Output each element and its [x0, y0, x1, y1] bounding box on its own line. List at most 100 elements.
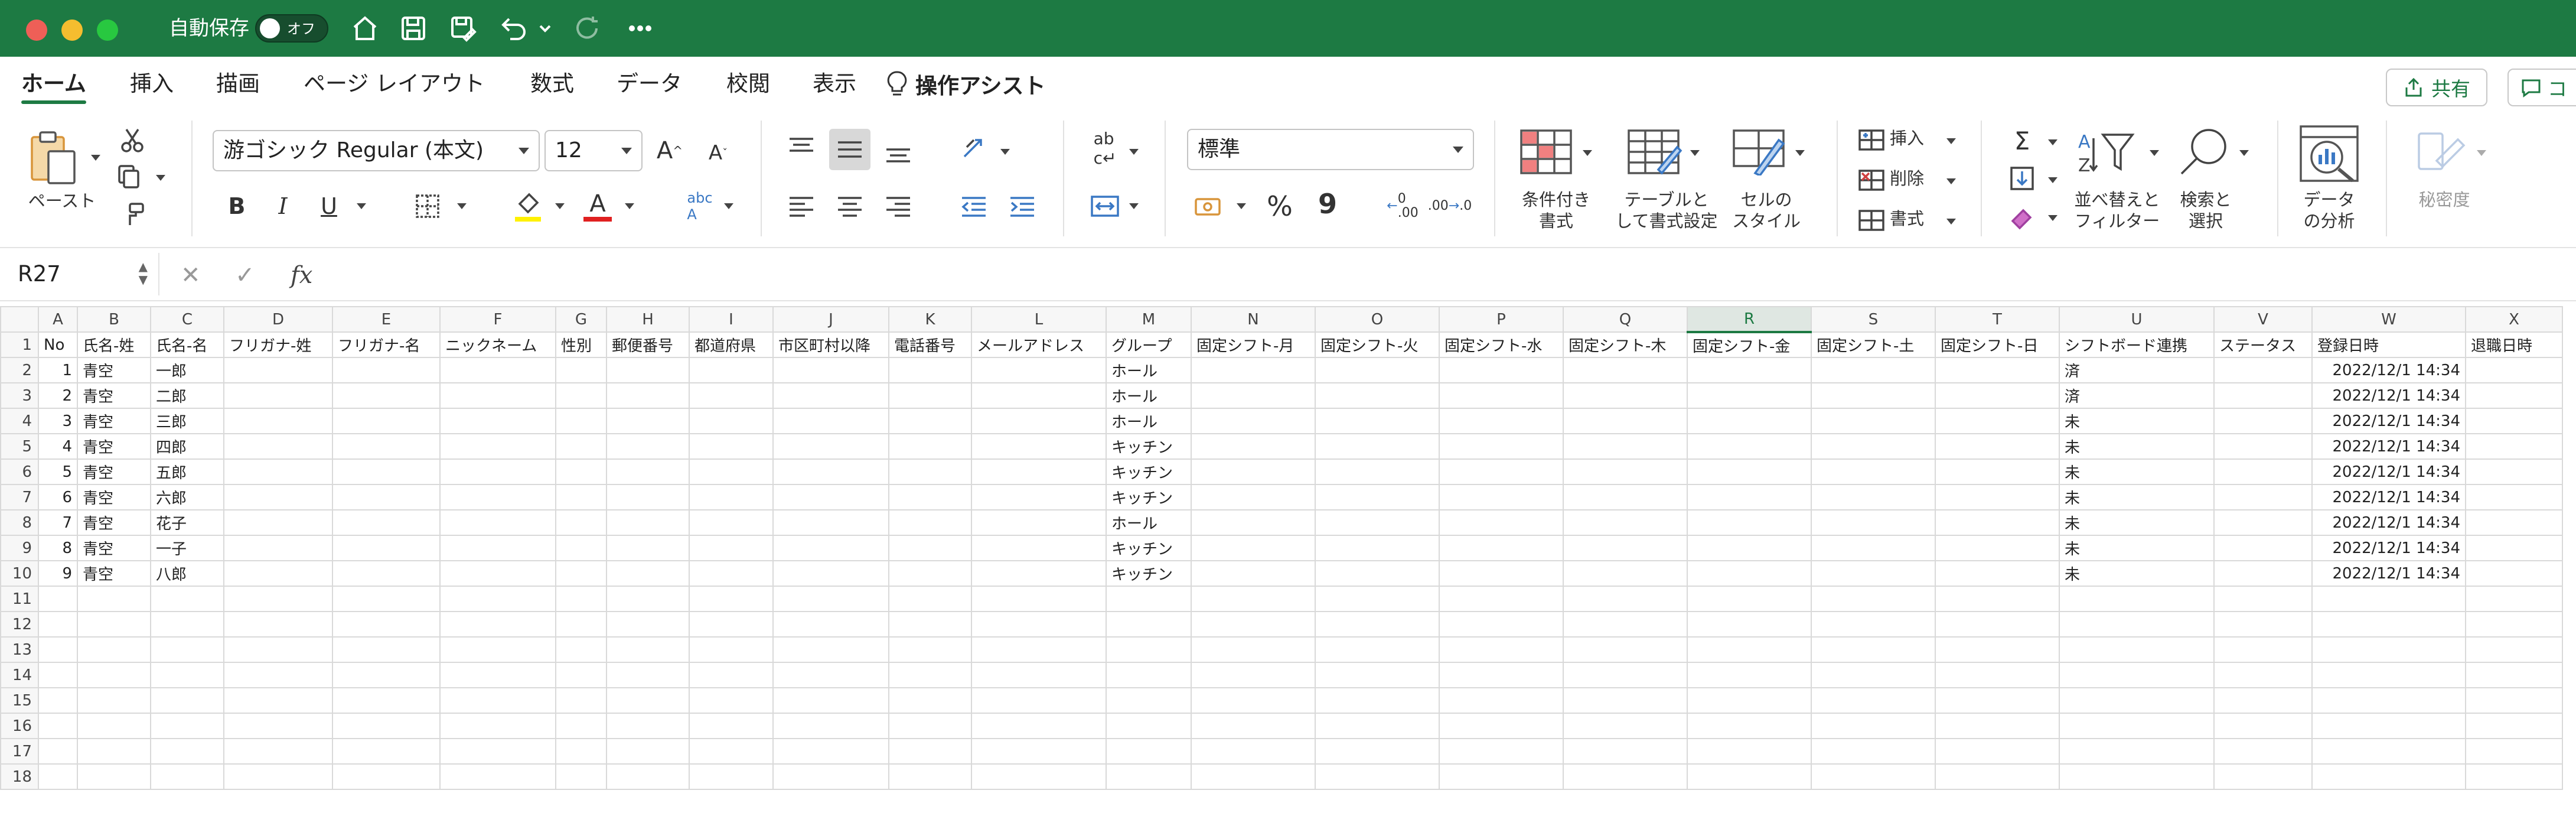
cell[interactable]	[1811, 586, 1936, 612]
cell[interactable]	[772, 408, 889, 434]
cell[interactable]	[888, 662, 972, 688]
cell[interactable]	[1811, 509, 1936, 536]
cell[interactable]	[1563, 433, 1688, 460]
cell[interactable]	[1935, 433, 2060, 460]
cell[interactable]	[1439, 713, 1564, 739]
cell[interactable]	[2465, 713, 2563, 739]
cell-no[interactable]: 8	[38, 535, 78, 561]
format-cells-label[interactable]: 書式	[1890, 208, 1937, 229]
cell[interactable]	[772, 662, 889, 688]
cell[interactable]	[439, 662, 556, 688]
column-header-f[interactable]: F	[439, 306, 556, 333]
column-header-j[interactable]: J	[772, 306, 889, 333]
cell[interactable]	[38, 636, 78, 663]
conditional-formatting-icon[interactable]	[1517, 126, 1578, 177]
cell[interactable]	[1563, 382, 1688, 409]
cell[interactable]	[555, 408, 607, 434]
cell[interactable]	[689, 611, 774, 638]
column-header-n[interactable]: N	[1191, 306, 1316, 333]
cell[interactable]	[1315, 458, 1440, 485]
cell[interactable]	[971, 713, 1107, 739]
cell[interactable]	[1687, 382, 1812, 409]
phonetic-icon[interactable]: abc A	[679, 187, 720, 226]
cell[interactable]	[1315, 763, 1440, 790]
copy-dropdown-chevron-icon[interactable]	[156, 175, 165, 181]
cell[interactable]	[77, 687, 151, 714]
cell[interactable]	[2465, 408, 2563, 434]
cell[interactable]	[689, 738, 774, 765]
cell-styles-icon[interactable]	[1729, 126, 1791, 177]
row-header[interactable]: 9	[0, 535, 39, 561]
cell[interactable]	[332, 509, 441, 536]
cell-mei[interactable]: 六郎	[150, 484, 224, 510]
cell[interactable]	[2059, 586, 2215, 612]
column-header-k[interactable]: K	[888, 306, 972, 333]
cell[interactable]	[555, 687, 607, 714]
cell[interactable]	[2311, 586, 2466, 612]
orientation-dropdown-chevron-icon[interactable]	[1000, 149, 1010, 155]
cell[interactable]	[1191, 382, 1316, 409]
header-cell[interactable]: フリガナ-姓	[223, 331, 333, 358]
cell[interactable]	[223, 560, 333, 587]
cell-sei[interactable]: 青空	[77, 509, 151, 536]
cell[interactable]	[772, 357, 889, 383]
cell[interactable]	[1106, 662, 1192, 688]
cell[interactable]	[555, 382, 607, 409]
cell[interactable]	[150, 611, 224, 638]
font-color-icon[interactable]: A	[581, 187, 614, 226]
cell[interactable]	[332, 433, 441, 460]
cell[interactable]	[2465, 738, 2563, 765]
cell[interactable]	[1106, 738, 1192, 765]
cell[interactable]	[223, 763, 333, 790]
format-as-table-icon[interactable]	[1624, 126, 1685, 177]
cell-group[interactable]: キッチン	[1106, 560, 1192, 587]
cell[interactable]	[888, 713, 972, 739]
header-cell[interactable]: 固定シフト-木	[1563, 331, 1688, 358]
cell[interactable]	[1935, 713, 2060, 739]
column-header-a[interactable]: A	[38, 306, 78, 333]
cell[interactable]	[1935, 636, 2060, 663]
cell[interactable]	[2465, 560, 2563, 587]
cell-group[interactable]: ホール	[1106, 408, 1192, 434]
wrap-text-dropdown-chevron-icon[interactable]	[1129, 149, 1139, 155]
tab-page-layout[interactable]: ページ レイアウト	[304, 67, 485, 100]
tab-home[interactable]: ホーム	[21, 67, 86, 104]
cell[interactable]	[77, 586, 151, 612]
cell[interactable]	[332, 687, 441, 714]
italic-button[interactable]: I	[268, 189, 298, 223]
more-options-icon[interactable]	[622, 8, 658, 48]
autosave-toggle[interactable]: オフ	[255, 14, 328, 43]
cell[interactable]	[2213, 586, 2313, 612]
cell[interactable]	[223, 662, 333, 688]
cell[interactable]	[1106, 763, 1192, 790]
cell[interactable]	[689, 433, 774, 460]
cell[interactable]	[888, 763, 972, 790]
row-header[interactable]: 18	[0, 763, 39, 790]
header-cell[interactable]: 氏名-名	[150, 331, 224, 358]
cell[interactable]	[1439, 382, 1564, 409]
cell[interactable]	[2059, 662, 2215, 688]
cell[interactable]	[1563, 713, 1688, 739]
cell[interactable]	[1563, 662, 1688, 688]
home-icon[interactable]	[347, 8, 383, 48]
column-header-c[interactable]: C	[150, 306, 224, 333]
cell[interactable]	[2311, 636, 2466, 663]
cell-sei[interactable]: 青空	[77, 484, 151, 510]
cell[interactable]	[555, 484, 607, 510]
bold-button[interactable]: B	[222, 189, 252, 223]
cell[interactable]	[1935, 662, 2060, 688]
cell[interactable]	[2059, 636, 2215, 663]
header-cell[interactable]: ニックネーム	[439, 331, 556, 358]
cell[interactable]	[1811, 738, 1936, 765]
cell[interactable]	[1563, 509, 1688, 536]
cell[interactable]	[555, 763, 607, 790]
cell[interactable]	[689, 763, 774, 790]
cell[interactable]	[971, 560, 1107, 587]
cell[interactable]	[888, 433, 972, 460]
cell[interactable]	[1563, 763, 1688, 790]
cell[interactable]	[888, 382, 972, 409]
cell[interactable]	[439, 509, 556, 536]
percent-button[interactable]: %	[1261, 187, 1298, 226]
cell-date[interactable]: 2022/12/1 14:34	[2311, 382, 2466, 409]
cell[interactable]	[689, 484, 774, 510]
